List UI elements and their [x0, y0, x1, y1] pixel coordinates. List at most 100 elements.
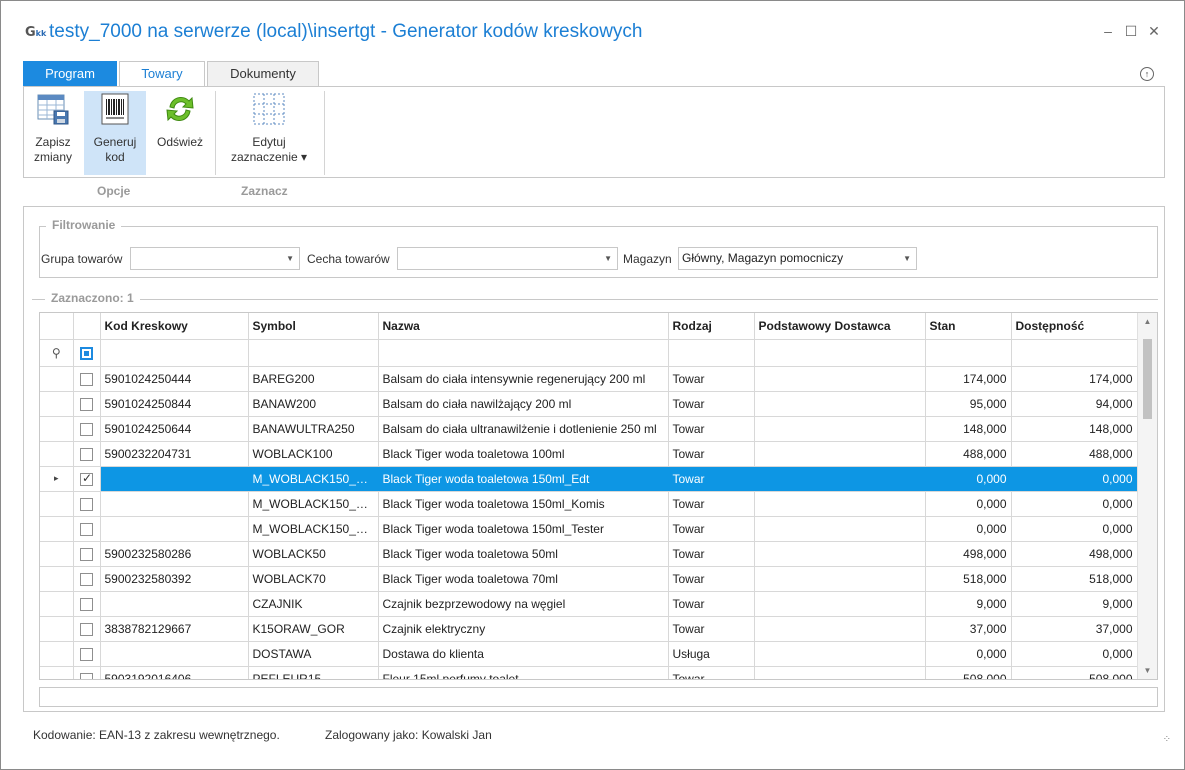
availability-cell: 94,000: [1011, 391, 1138, 417]
close-button[interactable]: ✕: [1145, 23, 1163, 40]
feature-select[interactable]: ▼: [397, 247, 618, 270]
resize-grip-icon[interactable]: ⁘: [1163, 734, 1171, 745]
filter-icon[interactable]: ⚲: [40, 339, 74, 367]
select-all-checkbox[interactable]: [80, 346, 93, 360]
column-header-symbol[interactable]: Symbol: [248, 313, 379, 340]
header-row: Kod Kreskowy Symbol Nazwa Rodzaj Podstaw…: [40, 313, 1138, 340]
column-header-dostepnosc[interactable]: Dostępność: [1011, 313, 1138, 340]
filter-cell[interactable]: [100, 339, 249, 367]
row-checkbox-cell[interactable]: [73, 416, 101, 442]
row-checkbox[interactable]: [80, 422, 93, 436]
stock-cell: 0,000: [925, 491, 1012, 517]
row-checkbox[interactable]: [80, 497, 93, 511]
filter-cell[interactable]: [1011, 339, 1138, 367]
column-header-stan[interactable]: Stan: [925, 313, 1012, 340]
save-table-icon: [35, 91, 71, 127]
symbol-cell: M_WOBLACK150_EDT: [248, 466, 379, 492]
name-cell: Czajnik bezprzewodowy na węgiel: [378, 591, 669, 617]
row-checkbox-cell[interactable]: [73, 491, 101, 517]
type-cell: Towar: [668, 666, 755, 679]
row-checkbox-cell[interactable]: [73, 566, 101, 592]
name-cell: Dostawa do klienta: [378, 641, 669, 667]
row-checkbox-cell[interactable]: [73, 516, 101, 542]
table-row[interactable]: CZAJNIK Czajnik bezprzewodowy na węgiel To…: [40, 591, 1138, 617]
row-checkbox[interactable]: [80, 572, 93, 586]
table-row[interactable]: 5900232580286 WOBLACK50 Black Tiger woda t…: [40, 541, 1138, 567]
symbol-cell: BANAWULTRA250: [248, 416, 379, 442]
table-row[interactable]: ▸ M_WOBLACK150_EDTBlack Tiger woda toalet…: [40, 466, 1138, 492]
tab-towary[interactable]: Towary: [119, 61, 205, 87]
row-checkbox-cell[interactable]: [73, 391, 101, 417]
table-row[interactable]: 5901024250844 BANAW200 Balsam do ciała naw…: [40, 391, 1138, 417]
name-cell: Black Tiger woda toaletowa 70ml: [378, 566, 669, 592]
table-row[interactable]: 5900232204731 WOBLACK100 Black Tiger woda …: [40, 441, 1138, 467]
supplier-cell: [754, 666, 926, 679]
table-row[interactable]: M_WOBLACK150_KOMISBlack Tiger woda toale…: [40, 491, 1138, 517]
row-indicator: [40, 366, 74, 392]
column-header-dostawca[interactable]: Podstawowy Dostawca: [754, 313, 926, 340]
row-checkbox[interactable]: [80, 547, 93, 561]
row-checkbox-cell[interactable]: [73, 541, 101, 567]
stock-cell: 174,000: [925, 366, 1012, 392]
scroll-down-icon[interactable]: ▼: [1138, 666, 1157, 675]
symbol-cell: WOBLACK100: [248, 441, 379, 467]
select-all-cell[interactable]: [73, 339, 101, 367]
type-cell: Towar: [668, 616, 755, 642]
row-checkbox-cell[interactable]: [73, 466, 101, 492]
row-checkbox[interactable]: [80, 522, 93, 536]
row-checkbox[interactable]: [80, 597, 93, 611]
row-checkbox[interactable]: [80, 647, 93, 661]
tab-dokumenty[interactable]: Dokumenty: [207, 61, 319, 87]
row-indicator: [40, 566, 74, 592]
minimize-button[interactable]: –: [1099, 23, 1117, 39]
row-checkbox-cell[interactable]: [73, 666, 101, 679]
table-row[interactable]: 3838782129667 K15ORAW_GOR Czajnik elektryc…: [40, 616, 1138, 642]
row-checkbox[interactable]: [80, 397, 93, 411]
vertical-scrollbar[interactable]: ▲ ▼: [1137, 313, 1157, 679]
symbol-cell: DOSTAWA: [248, 641, 379, 667]
stock-cell: 0,000: [925, 641, 1012, 667]
table-row[interactable]: 5901024250644 BANAWULTRA250 Balsam do ciał…: [40, 416, 1138, 442]
group-select[interactable]: ▼: [130, 247, 300, 270]
filter-cell[interactable]: [754, 339, 926, 367]
row-checkbox[interactable]: [80, 672, 93, 679]
row-checkbox-cell[interactable]: [73, 441, 101, 467]
column-header-kod[interactable]: Kod Kreskowy: [100, 313, 249, 340]
generate-code-button[interactable]: Generuj kod: [84, 91, 146, 175]
supplier-cell: [754, 391, 926, 417]
filter-cell[interactable]: [248, 339, 379, 367]
table-row[interactable]: M_WOBLACK150_TESTERBlack Tiger woda toal…: [40, 516, 1138, 542]
table-row[interactable]: 5901024250444 BAREG200 Balsam do ciała int…: [40, 366, 1138, 392]
maximize-button[interactable]: ☐: [1122, 23, 1140, 40]
selection-count: Zaznaczono: 1: [45, 291, 140, 305]
row-checkbox[interactable]: [80, 372, 93, 386]
filter-cell[interactable]: [925, 339, 1012, 367]
column-header-nazwa[interactable]: Nazwa: [378, 313, 669, 340]
scroll-up-icon[interactable]: ▲: [1138, 317, 1157, 326]
row-checkbox[interactable]: [80, 447, 93, 461]
type-cell: Towar: [668, 591, 755, 617]
row-checkbox-cell[interactable]: [73, 366, 101, 392]
table-row[interactable]: 5900232580392 WOBLACK70 Black Tiger woda t…: [40, 566, 1138, 592]
status-user: Zalogowany jako: Kowalski Jan: [325, 728, 492, 742]
availability-cell: 508,000: [1011, 666, 1138, 679]
edit-selection-button[interactable]: Edytuj zaznaczenie ▾: [222, 91, 316, 175]
save-changes-button[interactable]: Zapisz zmiany: [28, 91, 78, 175]
refresh-button[interactable]: Odśwież: [152, 91, 208, 175]
row-checkbox[interactable]: [80, 471, 93, 486]
warehouse-select[interactable]: Główny, Magazyn pomocniczy ▼: [678, 247, 917, 270]
row-checkbox-cell[interactable]: [73, 641, 101, 667]
tab-program[interactable]: Program: [23, 61, 117, 87]
scroll-thumb[interactable]: [1143, 339, 1152, 419]
column-header-rodzaj[interactable]: Rodzaj: [668, 313, 755, 340]
collapse-ribbon-icon[interactable]: ↑: [1140, 67, 1154, 81]
row-checkbox-cell[interactable]: [73, 616, 101, 642]
grid-footer: [39, 687, 1158, 707]
table-row[interactable]: DOSTAWA Dostawa do klienta Usługa 0,000 0,00…: [40, 641, 1138, 667]
table-row[interactable]: 5903192016406 PEFLEUR15 Fleur 15ml perfumy…: [40, 666, 1138, 679]
row-checkbox[interactable]: [80, 622, 93, 636]
filter-cell[interactable]: [668, 339, 755, 367]
row-checkbox-cell[interactable]: [73, 591, 101, 617]
app-logo: Gkk: [25, 25, 47, 40]
filter-cell[interactable]: [378, 339, 669, 367]
